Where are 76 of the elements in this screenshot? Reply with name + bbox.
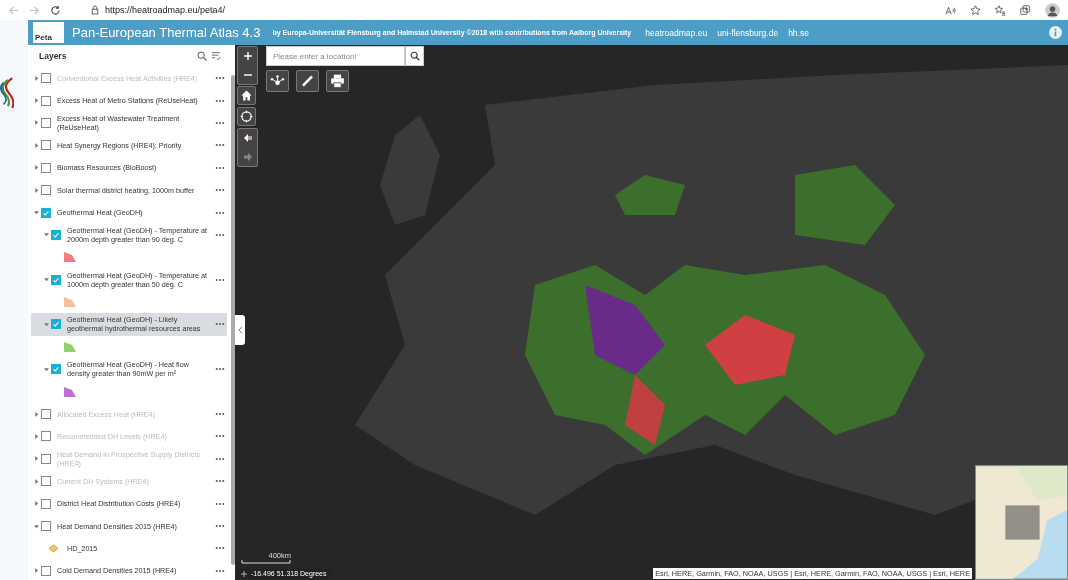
- reload-icon[interactable]: [50, 4, 61, 16]
- info-icon[interactable]: [1049, 26, 1062, 39]
- caret-icon[interactable]: [34, 120, 39, 126]
- more-options-icon[interactable]: [215, 188, 225, 193]
- collections-icon[interactable]: [1020, 4, 1031, 16]
- locate-icon[interactable]: [237, 107, 256, 126]
- logo: Peta: [33, 22, 64, 43]
- more-options-icon[interactable]: [215, 277, 225, 282]
- location-search-field[interactable]: Please enter a location!: [266, 46, 405, 66]
- caret-icon[interactable]: [44, 277, 49, 283]
- caret-icon[interactable]: [34, 187, 39, 193]
- ruler-icon[interactable]: [296, 70, 319, 92]
- layer-checkbox[interactable]: [51, 364, 61, 375]
- header-link[interactable]: hh.se: [788, 27, 809, 38]
- search-button[interactable]: [405, 46, 424, 66]
- layer-checkbox[interactable]: [41, 521, 51, 531]
- back-arrow-icon[interactable]: [242, 133, 253, 144]
- layer-checkbox[interactable]: [51, 319, 61, 330]
- add-favorite-icon[interactable]: [970, 4, 981, 16]
- layer-checkbox[interactable]: [41, 95, 51, 106]
- caret-icon[interactable]: [34, 568, 39, 574]
- caret-icon[interactable]: [44, 232, 49, 238]
- layer-checkbox[interactable]: [41, 162, 51, 173]
- more-options-icon[interactable]: [215, 210, 225, 215]
- overview-map-drawing[interactable]: [975, 465, 1068, 580]
- more-options-icon[interactable]: [215, 501, 225, 506]
- avatar-icon[interactable]: [1045, 2, 1060, 18]
- more-options-icon[interactable]: [215, 568, 225, 573]
- caret-icon[interactable]: [34, 142, 39, 148]
- layer-checkbox[interactable]: [41, 140, 51, 151]
- layer-checkbox[interactable]: [41, 565, 51, 576]
- app-title: Pan-European Thermal Atlas 4.3: [72, 25, 261, 40]
- more-options-icon[interactable]: [215, 546, 225, 551]
- wave-logo-icon: [0, 76, 14, 110]
- more-options-icon[interactable]: [215, 165, 225, 170]
- caret-icon[interactable]: [44, 322, 49, 327]
- scale-bar: [241, 560, 291, 564]
- header-link[interactable]: uni-flensburg.de: [717, 27, 779, 38]
- zoom-in-icon[interactable]: [242, 51, 253, 62]
- more-options-icon[interactable]: [215, 98, 225, 103]
- home-icon[interactable]: [237, 86, 256, 105]
- diamond-icon: [48, 543, 59, 553]
- search-icon[interactable]: [197, 51, 207, 61]
- filter-list-icon[interactable]: [211, 51, 221, 61]
- layer-checkbox[interactable]: [51, 229, 61, 240]
- more-options-icon[interactable]: [215, 524, 225, 528]
- layer-checkbox[interactable]: [51, 274, 61, 285]
- scrollbar[interactable]: [231, 75, 235, 565]
- more-options-icon[interactable]: [215, 232, 225, 237]
- more-options-icon[interactable]: [215, 143, 225, 148]
- caret-icon[interactable]: [34, 165, 39, 171]
- layer-checkbox[interactable]: [41, 207, 51, 218]
- search-icon[interactable]: [409, 51, 420, 61]
- read-aloud-icon[interactable]: [945, 4, 956, 16]
- caret-icon[interactable]: [34, 210, 39, 216]
- favorites-icon[interactable]: [995, 4, 1006, 16]
- caret-icon[interactable]: [34, 501, 39, 507]
- print-icon[interactable]: [326, 70, 349, 92]
- forward-arrow-icon[interactable]: [242, 151, 253, 162]
- chevron-left-icon[interactable]: [237, 326, 243, 334]
- more-options-icon[interactable]: [215, 367, 225, 372]
- lock-icon[interactable]: [91, 5, 99, 15]
- panel-title: Layers: [39, 51, 67, 61]
- caret-icon[interactable]: [34, 98, 39, 104]
- collapse-panel-button[interactable]: [235, 315, 245, 345]
- crosshair-icon[interactable]: [241, 570, 247, 577]
- layer-checkbox[interactable]: [41, 498, 51, 509]
- layer-checkbox[interactable]: [41, 185, 51, 196]
- caret-icon[interactable]: [34, 523, 39, 529]
- layer-checkbox[interactable]: [41, 117, 51, 128]
- address-bar[interactable]: https://heatroadmap.eu/peta4/: [105, 5, 226, 15]
- network-icon[interactable]: [266, 70, 289, 92]
- header-link[interactable]: heatroadmap.eu: [645, 27, 708, 38]
- caret-icon[interactable]: [44, 366, 49, 372]
- more-options-icon[interactable]: [215, 322, 225, 327]
- more-options-icon[interactable]: [215, 120, 225, 125]
